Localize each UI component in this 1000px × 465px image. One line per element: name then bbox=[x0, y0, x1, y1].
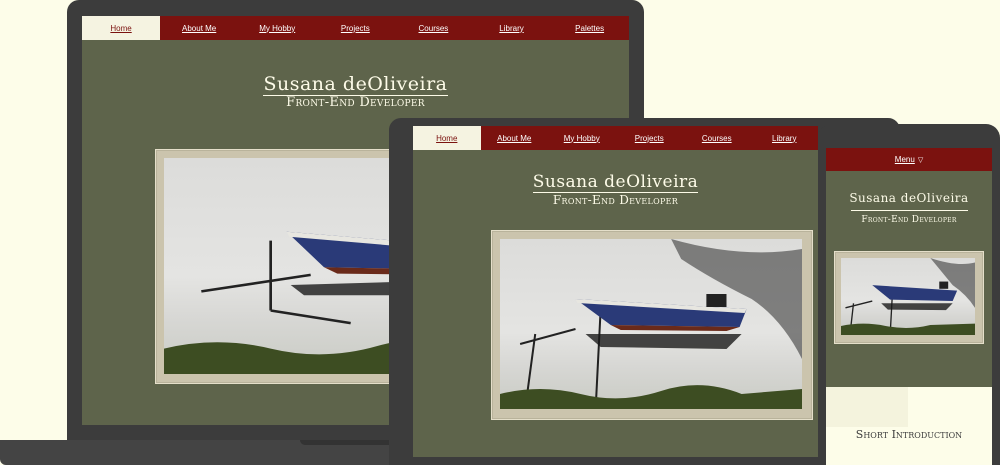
site-title: Susana deOliveira bbox=[82, 73, 629, 96]
nav-projects[interactable]: Projects bbox=[316, 16, 394, 40]
nav-projects[interactable]: Projects bbox=[616, 126, 684, 150]
boat-illustration bbox=[500, 239, 802, 409]
site-subtitle: Front-End Developer bbox=[552, 193, 679, 207]
intro-tab bbox=[826, 387, 908, 427]
nav-home[interactable]: Home bbox=[82, 16, 161, 40]
site-subtitle: Front-End Developer bbox=[861, 215, 957, 225]
triangle-down-icon[interactable]: ▽ bbox=[918, 156, 923, 164]
nav-my-hobby[interactable]: My Hobby bbox=[548, 126, 616, 150]
nav-home[interactable]: Home bbox=[413, 126, 481, 150]
boat-photo bbox=[500, 239, 802, 409]
title-divider bbox=[851, 210, 968, 211]
nav-courses[interactable]: Courses bbox=[683, 126, 751, 150]
menu-toggle-label[interactable]: Menu bbox=[895, 155, 915, 164]
site-subtitle: Front-End Developer bbox=[286, 95, 425, 110]
site-title: Susana deOliveira bbox=[826, 191, 992, 205]
tablet-screen: Home About Me My Hobby Projects Courses … bbox=[413, 126, 818, 457]
boat-illustration bbox=[841, 258, 975, 335]
site-title: Susana deOliveira bbox=[413, 172, 818, 193]
nav-courses[interactable]: Courses bbox=[394, 16, 472, 40]
nav-about-me[interactable]: About Me bbox=[481, 126, 549, 150]
nav-my-hobby[interactable]: My Hobby bbox=[238, 16, 316, 40]
intro-section: Short Introduction bbox=[826, 387, 992, 465]
nav-palettes[interactable]: Palettes bbox=[551, 16, 629, 40]
site-title-text: Susana deOliveira bbox=[532, 172, 699, 193]
site-title-text: Susana deOliveira bbox=[263, 73, 448, 96]
mobile-menu-bar[interactable]: Menu ▽ bbox=[826, 148, 992, 171]
tablet-nav: Home About Me My Hobby Projects Courses … bbox=[413, 126, 818, 150]
phone-screen: Menu ▽ Susana deOliveira Front-End Devel… bbox=[826, 148, 992, 465]
nav-library[interactable]: Library bbox=[751, 126, 819, 150]
nav-library[interactable]: Library bbox=[472, 16, 550, 40]
site-title-text: Susana deOliveira bbox=[849, 191, 969, 205]
main-nav: Home About Me My Hobby Projects Courses … bbox=[82, 16, 629, 40]
section-heading: Short Introduction bbox=[855, 428, 963, 441]
nav-about-me[interactable]: About Me bbox=[160, 16, 238, 40]
boat-photo bbox=[841, 258, 975, 335]
